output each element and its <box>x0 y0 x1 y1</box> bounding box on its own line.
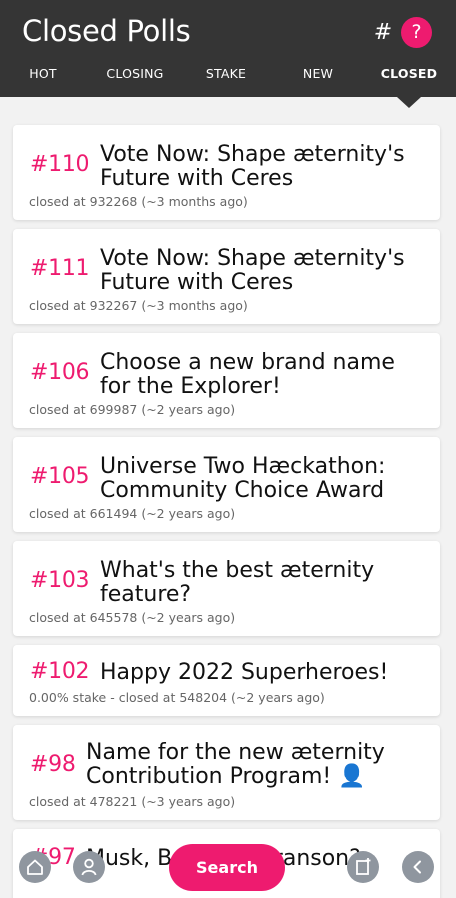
hash-icon[interactable]: # <box>372 20 394 46</box>
tab-hot[interactable]: HOT <box>0 66 88 81</box>
tab-closed[interactable]: CLOSED <box>364 66 454 81</box>
poll-meta: closed at 645578 (~2 years ago) <box>29 610 236 625</box>
poll-card[interactable]: #103 What's the best æternity feature? c… <box>13 541 440 636</box>
search-button[interactable]: Search <box>169 844 285 891</box>
poll-title: Choose a new brand name for the Explorer… <box>100 350 395 399</box>
page-title: Closed Polls <box>22 14 191 48</box>
poll-meta: closed at 932268 (~3 months ago) <box>29 194 248 209</box>
bottom-toolbar: Search <box>0 836 456 898</box>
active-tab-indicator <box>397 97 421 108</box>
poll-number: #98 <box>30 752 76 777</box>
poll-card[interactable]: #105 Universe Two Hæckathon: Community C… <box>13 437 440 532</box>
poll-meta: closed at 478221 (~3 years ago) <box>29 794 236 809</box>
poll-meta: closed at 932267 (~3 months ago) <box>29 298 248 313</box>
poll-number: #103 <box>30 568 90 593</box>
poll-meta: closed at 661494 (~2 years ago) <box>29 506 236 521</box>
poll-card[interactable]: #102 Happy 2022 Superheroes! 0.00% stake… <box>13 645 440 716</box>
poll-number: #105 <box>30 464 90 489</box>
back-icon[interactable] <box>402 851 434 883</box>
poll-meta: 0.00% stake - closed at 548204 (~2 years… <box>29 690 325 705</box>
help-icon[interactable]: ? <box>401 17 432 48</box>
poll-title: Vote Now: Shape æternity's Future with C… <box>100 246 405 295</box>
home-icon[interactable] <box>19 851 51 883</box>
poll-card[interactable]: #111 Vote Now: Shape æternity's Future w… <box>13 229 440 324</box>
poll-title: Universe Two Hæckathon: Community Choice… <box>100 454 386 503</box>
poll-title: Happy 2022 Superheroes! <box>100 660 389 685</box>
poll-card[interactable]: #98 Name for the new æternity Contributi… <box>13 725 440 820</box>
tab-bar: HOT CLOSING STAKE NEW CLOSED <box>0 66 456 90</box>
poll-number: #102 <box>30 659 90 684</box>
poll-title: Name for the new æternity Contribution P… <box>86 740 385 789</box>
user-icon[interactable] <box>73 851 105 883</box>
poll-number: #110 <box>30 152 90 177</box>
poll-title: What's the best æternity feature? <box>100 558 375 607</box>
tab-closing[interactable]: CLOSING <box>90 66 180 81</box>
poll-title: Vote Now: Shape æternity's Future with C… <box>100 142 405 191</box>
app-header: Closed Polls # ? HOT CLOSING STAKE NEW C… <box>0 0 456 97</box>
poll-meta: closed at 699987 (~2 years ago) <box>29 402 236 417</box>
poll-number: #111 <box>30 256 90 281</box>
poll-card[interactable]: #110 Vote Now: Shape æternity's Future w… <box>13 125 440 220</box>
tab-stake[interactable]: STAKE <box>181 66 271 81</box>
tab-new[interactable]: NEW <box>273 66 363 81</box>
poll-number: #106 <box>30 360 90 385</box>
create-poll-icon[interactable] <box>347 851 379 883</box>
poll-card[interactable]: #106 Choose a new brand name for the Exp… <box>13 333 440 428</box>
